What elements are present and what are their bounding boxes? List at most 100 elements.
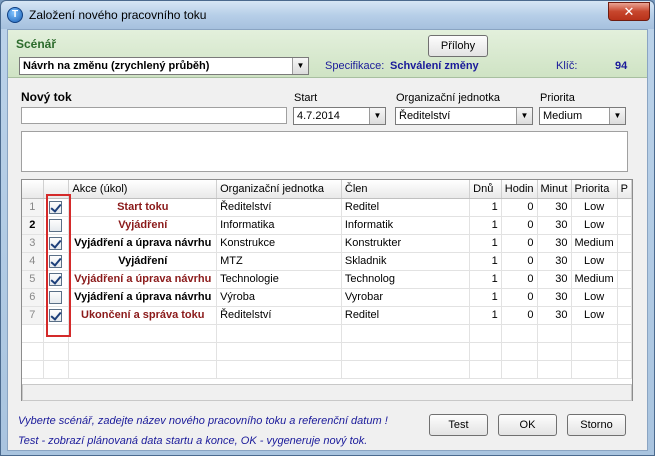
column-header[interactable]: Priorita bbox=[571, 180, 618, 199]
action-cell[interactable]: Vyjádření bbox=[68, 252, 218, 271]
org-cell[interactable]: Ředitelství bbox=[216, 306, 342, 325]
minutes-cell[interactable]: 30 bbox=[537, 306, 572, 325]
member-cell[interactable]: Vyrobar bbox=[341, 288, 471, 307]
table-row[interactable]: 6 Vyjádření a úprava návrhu Výroba Vyrobar 1… bbox=[22, 288, 632, 307]
days-cell[interactable]: 1 bbox=[469, 270, 502, 289]
hours-cell[interactable]: 0 bbox=[501, 270, 538, 289]
org-cell[interactable]: Informatika bbox=[216, 216, 342, 235]
table-row[interactable]: 7 Ukončení a správa toku Ředitelství Redite… bbox=[22, 306, 632, 325]
attachments-button[interactable]: Přílohy bbox=[428, 35, 488, 57]
days-cell[interactable]: 1 bbox=[469, 216, 502, 235]
priority-cell[interactable]: Low bbox=[571, 288, 618, 307]
horizontal-scrollbar[interactable] bbox=[22, 384, 632, 401]
step-checkbox[interactable] bbox=[48, 254, 62, 268]
member-cell[interactable]: Reditel bbox=[341, 306, 471, 325]
ok-button[interactable]: OK bbox=[498, 414, 557, 436]
hours-cell[interactable]: 0 bbox=[501, 198, 538, 217]
table-row[interactable]: 5 Vyjádření a úprava návrhu Technologie Tec… bbox=[22, 270, 632, 289]
member-cell[interactable]: Skladnik bbox=[341, 252, 471, 271]
priority-cell[interactable]: Medium bbox=[571, 234, 618, 253]
action-cell[interactable]: Vyjádření a úprava návrhu bbox=[68, 288, 218, 307]
chevron-down-icon[interactable]: ▼ bbox=[516, 108, 532, 124]
days-cell[interactable]: 1 bbox=[469, 198, 502, 217]
org-cell[interactable]: MTZ bbox=[216, 252, 342, 271]
extra-cell bbox=[617, 306, 632, 325]
empty-cell bbox=[22, 360, 44, 379]
chevron-down-icon[interactable]: ▼ bbox=[369, 108, 385, 124]
action-cell[interactable]: Ukončení a správa toku bbox=[68, 306, 218, 325]
column-header[interactable]: Hodin bbox=[501, 180, 538, 199]
days-cell[interactable]: 1 bbox=[469, 252, 502, 271]
empty-cell bbox=[501, 360, 538, 379]
column-header[interactable]: Organizační jednotka bbox=[216, 180, 342, 199]
priority-cell[interactable]: Low bbox=[571, 198, 618, 217]
close-icon[interactable]: ✕ bbox=[608, 2, 650, 21]
minutes-cell[interactable]: 30 bbox=[537, 198, 572, 217]
action-cell[interactable]: Vyjádření a úprava návrhu bbox=[68, 270, 218, 289]
scenario-panel: Scénář Přílohy Návrh na změnu (zrychlený… bbox=[8, 30, 647, 78]
minutes-cell[interactable]: 30 bbox=[537, 288, 572, 307]
member-cell[interactable]: Technolog bbox=[341, 270, 471, 289]
empty-cell bbox=[571, 324, 618, 343]
step-checkbox[interactable] bbox=[48, 272, 62, 286]
step-checkbox[interactable] bbox=[48, 218, 62, 232]
priority-dropdown[interactable]: Medium ▼ bbox=[539, 107, 626, 125]
column-header[interactable] bbox=[43, 180, 70, 199]
column-header[interactable]: Minut bbox=[537, 180, 572, 199]
action-cell[interactable]: Vyjádření bbox=[68, 216, 218, 235]
hours-cell[interactable]: 0 bbox=[501, 252, 538, 271]
new-flow-input[interactable] bbox=[21, 107, 287, 124]
table-row[interactable]: 4 Vyjádření MTZ Skladnik 1 0 30 Low bbox=[22, 252, 632, 271]
org-cell[interactable]: Ředitelství bbox=[216, 198, 342, 217]
minutes-cell[interactable]: 30 bbox=[537, 234, 572, 253]
minutes-cell[interactable]: 30 bbox=[537, 252, 572, 271]
org-dropdown[interactable]: Ředitelství ▼ bbox=[395, 107, 533, 125]
action-cell[interactable]: Vyjádření a úprava návrhu bbox=[68, 234, 218, 253]
step-checkbox[interactable] bbox=[48, 290, 62, 304]
test-button[interactable]: Test bbox=[429, 414, 488, 436]
priority-cell[interactable]: Medium bbox=[571, 270, 618, 289]
member-cell[interactable]: Informatik bbox=[341, 216, 471, 235]
hours-cell[interactable]: 0 bbox=[501, 234, 538, 253]
org-cell[interactable]: Výroba bbox=[216, 288, 342, 307]
steps-table: Akce (úkol) Organizační jednotka Člen Dnů Ho… bbox=[22, 180, 632, 379]
start-date-picker[interactable]: 4.7.2014 ▼ bbox=[293, 107, 386, 125]
chevron-down-icon[interactable]: ▼ bbox=[609, 108, 625, 124]
priority-cell[interactable]: Low bbox=[571, 216, 618, 235]
action-cell[interactable]: Start toku bbox=[68, 198, 218, 217]
step-checkbox[interactable] bbox=[48, 308, 62, 322]
title-bar[interactable]: T Založení nového pracovního toku ✕ bbox=[1, 1, 654, 29]
days-cell[interactable]: 1 bbox=[469, 234, 502, 253]
hours-cell[interactable]: 0 bbox=[501, 306, 538, 325]
app-icon: T bbox=[7, 7, 23, 23]
days-cell[interactable]: 1 bbox=[469, 288, 502, 307]
table-row[interactable]: 1 Start toku Ředitelství Reditel 1 0 30 Low bbox=[22, 198, 632, 217]
member-cell[interactable]: Reditel bbox=[341, 198, 471, 217]
table-row[interactable]: 3 Vyjádření a úprava návrhu Konstrukce Kons… bbox=[22, 234, 632, 253]
step-checkbox[interactable] bbox=[48, 236, 62, 250]
column-header[interactable]: Člen bbox=[341, 180, 471, 199]
priority-label: Priorita bbox=[540, 92, 575, 104]
scenario-dropdown[interactable]: Návrh na změnu (zrychlený průběh) ▼ bbox=[19, 57, 309, 75]
minutes-cell[interactable]: 30 bbox=[537, 216, 572, 235]
column-header[interactable]: Akce (úkol) bbox=[68, 180, 218, 199]
empty-cell bbox=[341, 324, 471, 343]
minutes-cell[interactable]: 30 bbox=[537, 270, 572, 289]
column-header[interactable]: P bbox=[617, 180, 632, 199]
cancel-button[interactable]: Storno bbox=[567, 414, 626, 436]
hours-cell[interactable]: 0 bbox=[501, 288, 538, 307]
table-row[interactable]: 2 Vyjádření Informatika Informatik 1 0 30 Low bbox=[22, 216, 632, 235]
days-cell[interactable]: 1 bbox=[469, 306, 502, 325]
priority-cell[interactable]: Low bbox=[571, 252, 618, 271]
org-cell[interactable]: Technologie bbox=[216, 270, 342, 289]
member-cell[interactable]: Konstrukter bbox=[341, 234, 471, 253]
hours-cell[interactable]: 0 bbox=[501, 216, 538, 235]
org-cell[interactable]: Konstrukce bbox=[216, 234, 342, 253]
column-header[interactable]: Dnů bbox=[469, 180, 502, 199]
step-checkbox[interactable] bbox=[48, 200, 62, 214]
column-header[interactable] bbox=[22, 180, 44, 199]
row-checkbox-cell bbox=[43, 234, 70, 253]
description-textarea[interactable] bbox=[21, 131, 628, 172]
chevron-down-icon[interactable]: ▼ bbox=[292, 58, 308, 74]
priority-cell[interactable]: Low bbox=[571, 306, 618, 325]
